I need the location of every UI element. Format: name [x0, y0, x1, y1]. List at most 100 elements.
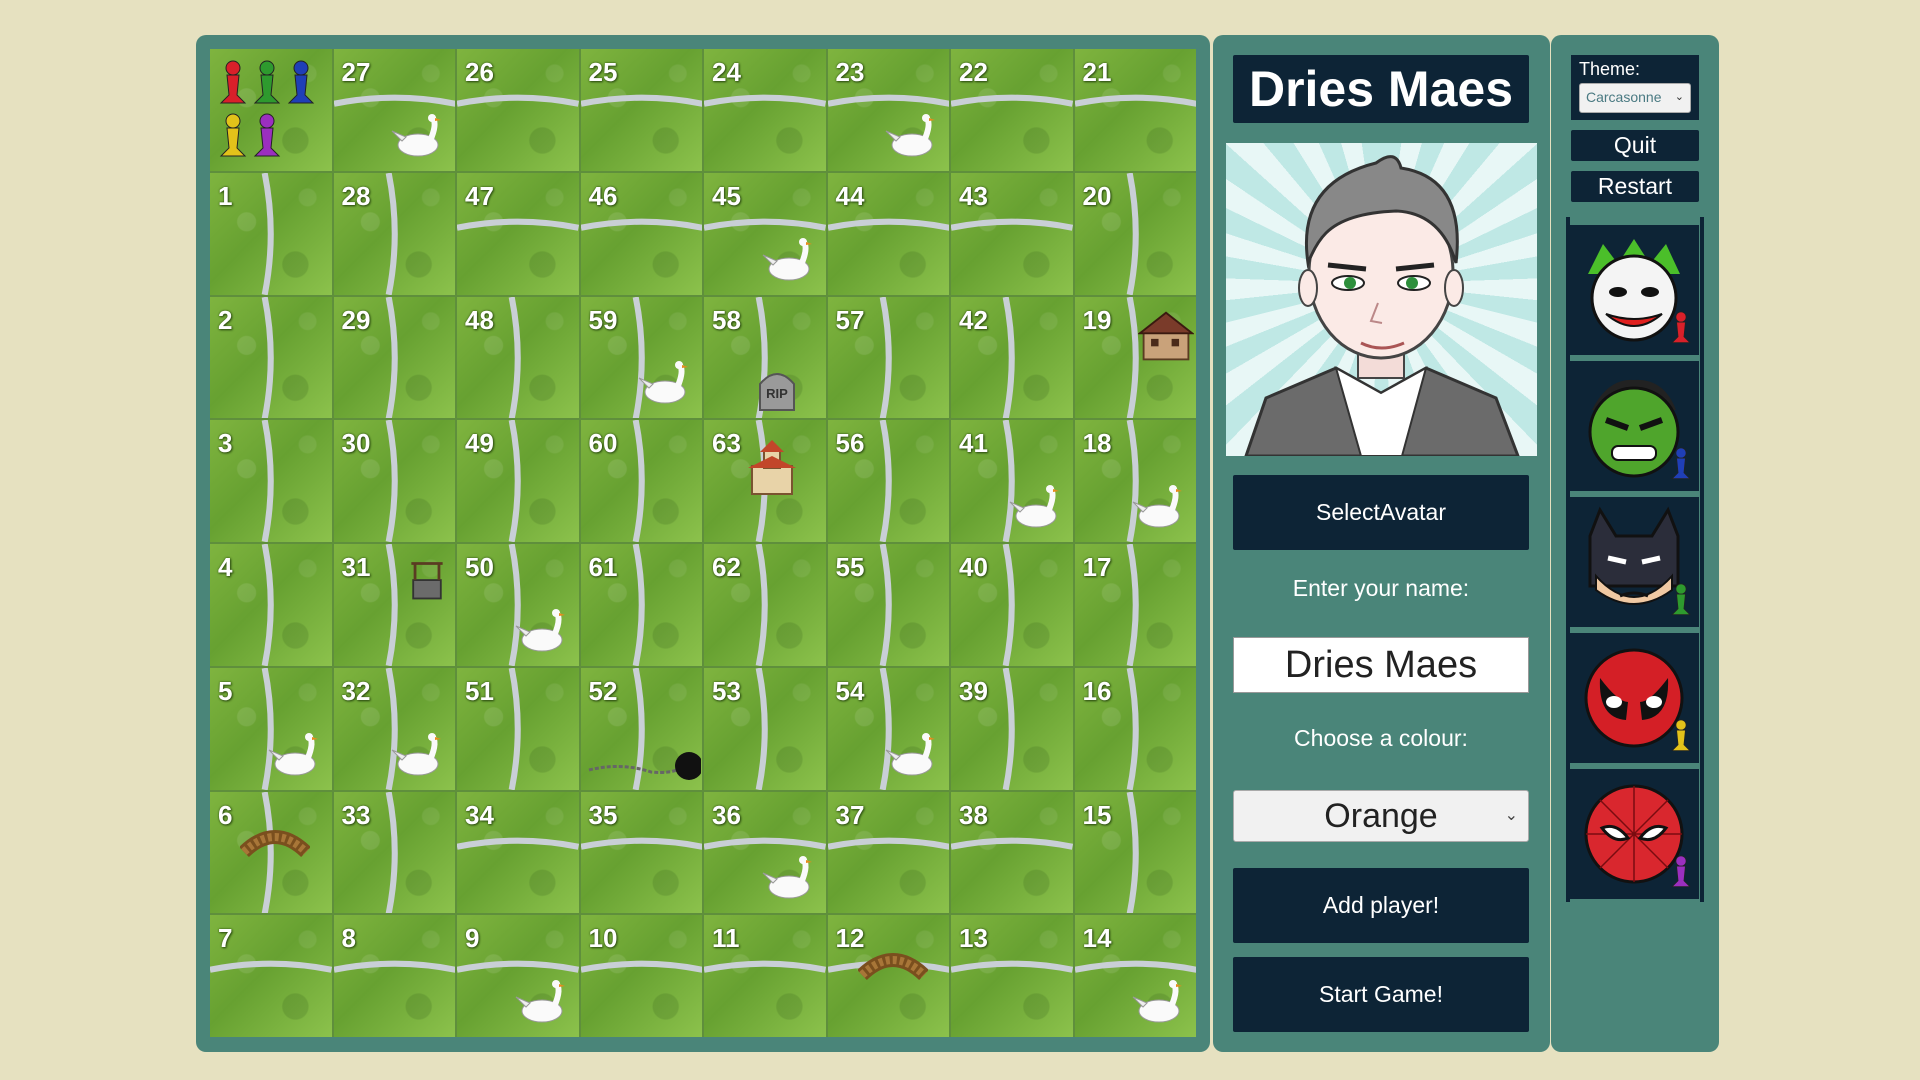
- board-tile: 13: [951, 915, 1073, 1037]
- board-tile: 15: [1074, 791, 1196, 914]
- colour-select-value: Orange: [1324, 797, 1438, 835]
- tile-number: 36: [712, 799, 741, 830]
- tile-number: 2: [218, 304, 233, 335]
- player-avatar-spiderman[interactable]: [1569, 769, 1699, 899]
- board-tile: 33: [333, 791, 455, 914]
- tile-number: 3: [218, 428, 233, 459]
- player-avatar-hulk[interactable]: [1569, 361, 1699, 491]
- tile-number: 55: [835, 552, 865, 582]
- tile-number: 38: [959, 799, 988, 830]
- tile-number: 19: [1082, 304, 1112, 335]
- game-board-frame: 27 26 25 24 23 22 21 1 28 47 46 45 44 43 20 2 29 48 59 58 RI…: [196, 35, 1210, 1052]
- tile-number: 43: [959, 180, 988, 211]
- tile-number: 53: [712, 675, 741, 706]
- player-avatar-joker[interactable]: [1569, 225, 1699, 355]
- colour-select[interactable]: Orange ⌄: [1233, 790, 1529, 842]
- tile-number: 23: [835, 57, 865, 87]
- hulk-avatar-icon: [1578, 370, 1691, 482]
- board-tile: 52: [580, 667, 702, 790]
- board-tile: 21: [1074, 49, 1196, 171]
- tile-number: 44: [835, 180, 865, 211]
- board-tile: 51: [457, 667, 579, 790]
- board-tile: 38: [951, 791, 1073, 914]
- theme-select[interactable]: Carcasonne ⌄: [1579, 83, 1691, 113]
- tile-number: 8: [341, 923, 356, 954]
- tile-number: 28: [341, 180, 371, 211]
- board-tile: 28: [333, 172, 455, 295]
- tile-number: 59: [588, 304, 618, 335]
- svg-text:RIP: RIP: [766, 386, 788, 401]
- start-tile: [210, 49, 332, 171]
- player-avatar-deadpool[interactable]: [1569, 633, 1699, 763]
- tile-number: 17: [1082, 552, 1112, 582]
- board-tile: 60: [580, 420, 702, 542]
- board-tile: 58 RIP: [704, 296, 826, 419]
- quit-button[interactable]: Quit: [1571, 130, 1699, 161]
- tile-number: 16: [1082, 675, 1112, 706]
- tile-number: 9: [465, 923, 480, 954]
- board-tile: 59: [580, 296, 702, 419]
- colour-label: Choose a colour:: [1294, 725, 1468, 751]
- board-tile: 63: [704, 420, 826, 542]
- board-tile: 35: [580, 791, 702, 914]
- deadpool-avatar-icon: [1578, 642, 1691, 754]
- board-tile: 23: [827, 49, 949, 171]
- chevron-down-icon: ⌄: [1504, 807, 1518, 824]
- pawn-group[interactable]: [218, 59, 328, 165]
- board-tile: 31: [333, 544, 455, 666]
- board-tile: 44: [827, 172, 949, 295]
- board-tile: 2: [210, 296, 332, 419]
- add-player-button[interactable]: Add player!: [1233, 868, 1529, 943]
- board-tile: 47: [457, 172, 579, 295]
- tile-number: 47: [465, 180, 494, 211]
- board-tile: 39: [951, 667, 1073, 790]
- tile-number: 48: [465, 304, 494, 335]
- board-tile: 11: [704, 915, 826, 1037]
- board-tile: 22: [951, 49, 1073, 171]
- tile-number: 26: [465, 57, 494, 87]
- board-tile: 34: [457, 791, 579, 914]
- board-tile: 14: [1074, 915, 1196, 1037]
- board-tile: 7: [210, 915, 332, 1037]
- batman-avatar-icon: [1578, 506, 1691, 618]
- player-avatar-batman[interactable]: [1569, 497, 1699, 627]
- board-tile: 6: [210, 791, 332, 914]
- tile-number: 5: [218, 675, 233, 706]
- tile-number: 21: [1082, 57, 1112, 87]
- tile-number: 22: [959, 57, 988, 87]
- board-tile: 37: [827, 791, 949, 914]
- board-tile: 19: [1074, 296, 1196, 419]
- start-game-button[interactable]: Start Game!: [1233, 957, 1529, 1032]
- board-tile: 49: [457, 420, 579, 542]
- tile-number: 7: [218, 923, 233, 954]
- tile-number: 39: [959, 675, 988, 706]
- board-tile: 42: [951, 296, 1073, 419]
- tile-number: 54: [835, 675, 865, 706]
- tile-number: 27: [341, 57, 371, 87]
- board-tile: 48: [457, 296, 579, 419]
- tile-number: 1: [218, 180, 233, 211]
- board-tile: 29: [333, 296, 455, 419]
- tile-number: 42: [959, 304, 988, 335]
- board-tile: 40: [951, 544, 1073, 666]
- tile-number: 37: [835, 799, 865, 830]
- game-board: 27 26 25 24 23 22 21 1 28 47 46 45 44 43 20 2 29 48 59 58 RI…: [210, 49, 1196, 1037]
- tile-number: 31: [341, 552, 371, 582]
- board-tile: 26: [457, 49, 579, 171]
- tile-number: 4: [218, 552, 233, 582]
- tile-number: 50: [465, 552, 494, 582]
- tile-number: 14: [1082, 923, 1112, 954]
- tile-number: 56: [835, 428, 865, 459]
- board-tile: 50: [457, 544, 579, 666]
- tile-number: 32: [341, 675, 371, 706]
- name-label: Enter your name:: [1292, 575, 1470, 601]
- joker-avatar-icon: [1578, 234, 1691, 346]
- board-tile: 27: [333, 49, 455, 171]
- restart-button[interactable]: Restart: [1571, 171, 1699, 202]
- board-tile: 1: [210, 172, 332, 295]
- tile-number: 45: [712, 180, 741, 211]
- tile-number: 63: [712, 428, 741, 459]
- player-setup-panel: Dries Maes SelectAvatar Enter your name:…: [1213, 35, 1550, 1052]
- name-input[interactable]: [1233, 637, 1529, 693]
- select-avatar-button[interactable]: SelectAvatar: [1233, 475, 1529, 550]
